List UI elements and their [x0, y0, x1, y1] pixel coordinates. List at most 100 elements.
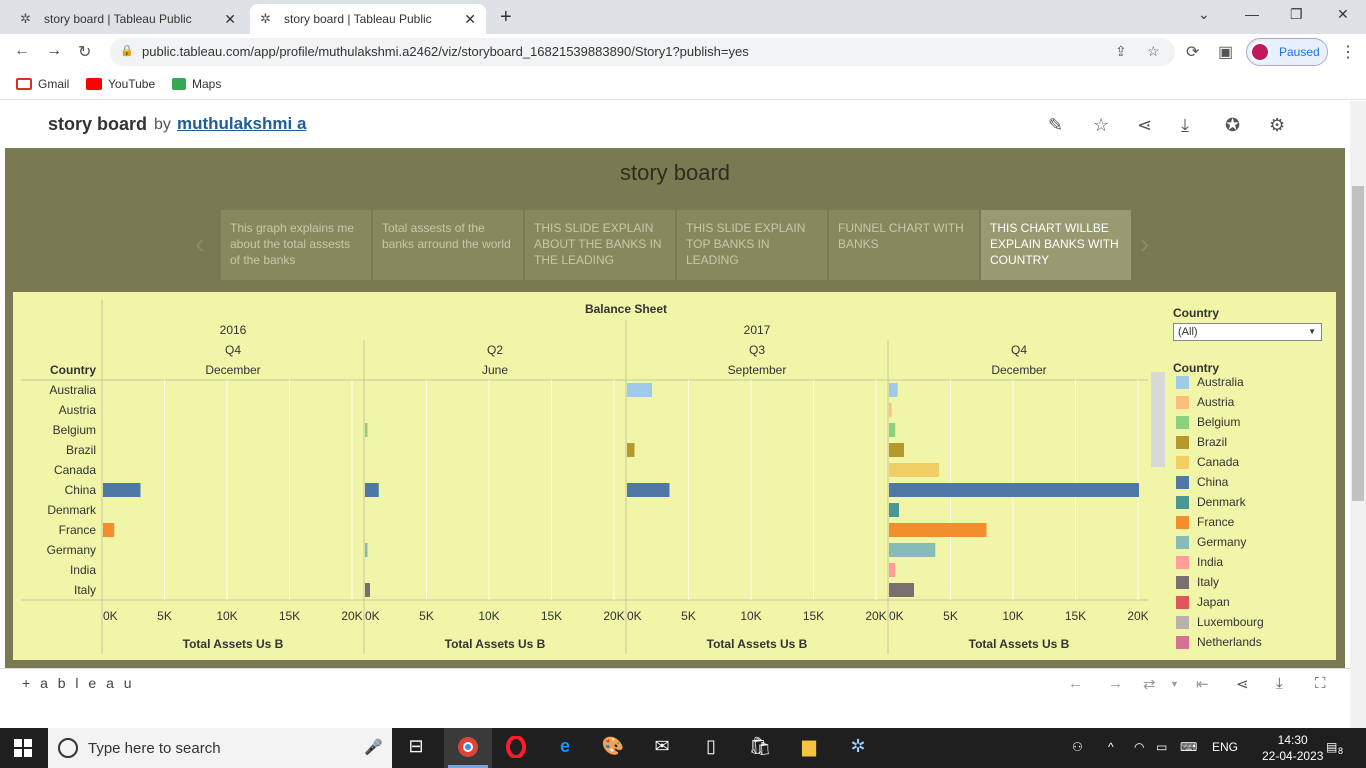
balance-sheet-chart[interactable]: Balance Sheet Country Australia Austria Belg… — [13, 292, 1148, 660]
story-point-4[interactable]: THIS SLIDE EXPLAIN TOP BANKS IN LEADING — [677, 210, 827, 280]
legend-item[interactable]: Japan — [1176, 592, 1230, 612]
edge-icon[interactable]: e — [552, 736, 578, 760]
legend-label: Japan — [1197, 595, 1230, 609]
wifi-icon[interactable]: ◠ — [1134, 740, 1144, 754]
story-next-arrow-icon[interactable]: › — [1140, 228, 1149, 260]
bookmark-maps[interactable]: Maps — [172, 77, 221, 91]
country-filter-dropdown[interactable]: (All) ▼ — [1173, 323, 1322, 341]
language-indicator[interactable]: ENG — [1212, 740, 1238, 754]
file-icon[interactable]: ▯ — [698, 736, 724, 760]
menu-icon[interactable]: ⋮ — [1340, 42, 1356, 62]
legend-item[interactable]: India — [1176, 552, 1223, 572]
file-explorer-icon[interactable]: ▆ — [796, 736, 822, 760]
story-point-5[interactable]: FUNNEL CHART WITH BANKS — [829, 210, 979, 280]
award-icon[interactable]: ✪ — [1225, 115, 1240, 136]
browser-tab[interactable]: ✲ story board | Tableau Public ✕ — [10, 4, 246, 34]
reload-icon[interactable]: ↻ — [78, 42, 91, 62]
bookmark-gmail[interactable]: Gmail — [16, 77, 69, 91]
profile-button[interactable]: Paused — [1246, 38, 1328, 66]
legend-item[interactable]: China — [1176, 472, 1228, 492]
story-prev-arrow-icon[interactable]: ‹ — [195, 228, 204, 260]
redo-icon[interactable]: → — [1108, 675, 1123, 692]
side-panel-icon[interactable]: ▣ — [1218, 42, 1233, 62]
battery-icon[interactable]: ▭ — [1156, 740, 1167, 754]
bar — [889, 563, 896, 577]
chrome-icon[interactable] — [455, 736, 481, 760]
filter-label: Country — [1173, 306, 1219, 320]
download-icon[interactable]: ⤓ — [1276, 675, 1283, 692]
minimize-button[interactable]: — — [1245, 6, 1259, 22]
story-point-2[interactable]: Total assests of the banks arround the w… — [373, 210, 523, 280]
settings-gear-icon[interactable]: ⚙ — [1269, 115, 1285, 136]
legend-item[interactable]: Luxembourg — [1176, 612, 1264, 632]
bookmark-star-icon[interactable]: ☆ — [1147, 43, 1160, 60]
legend-item[interactable]: France — [1176, 512, 1234, 532]
fullscreen-icon[interactable]: ⛶ — [1315, 675, 1326, 692]
revert-all-icon[interactable]: ⇤ — [1196, 675, 1209, 693]
x-tick-label: 10K — [216, 609, 237, 623]
favorite-star-icon[interactable]: ☆ — [1093, 115, 1109, 136]
paint-icon[interactable]: 🎨 — [600, 736, 626, 760]
close-tab-icon[interactable]: ✕ — [224, 11, 236, 28]
legend-item[interactable]: Belgium — [1176, 412, 1240, 432]
bar — [889, 443, 904, 457]
bar — [627, 383, 652, 397]
legend-item[interactable]: Denmark — [1176, 492, 1246, 512]
quarter-header: Q2 — [487, 343, 503, 357]
people-icon[interactable]: ⚇ — [1072, 740, 1083, 754]
x-tick-label: 15K — [803, 609, 824, 623]
opera-icon[interactable] — [503, 735, 529, 760]
story-point-3[interactable]: THIS SLIDE EXPLAIN ABOUT THE BANKS IN TH… — [525, 210, 675, 280]
bookmark-youtube[interactable]: YouTube — [86, 77, 155, 91]
legend-item[interactable]: Brazil — [1176, 432, 1227, 452]
scroll-thumb[interactable] — [1151, 372, 1165, 467]
tab-search-icon[interactable]: ⌄ — [1198, 6, 1210, 23]
clock[interactable]: 14:30 22-04-2023 — [1262, 732, 1323, 764]
close-tab-icon[interactable]: ✕ — [464, 11, 476, 28]
back-icon[interactable]: ← — [14, 42, 30, 60]
legend-swatch — [1176, 455, 1189, 469]
page-scrollbar[interactable] — [1350, 101, 1366, 728]
legend-item[interactable]: Germany — [1176, 532, 1246, 552]
scroll-thumb[interactable] — [1352, 186, 1364, 501]
bar — [889, 583, 914, 597]
notifications-icon[interactable]: ▤ — [1326, 740, 1337, 754]
restore-button[interactable]: ❐ — [1290, 6, 1303, 23]
bookmark-label: YouTube — [108, 77, 156, 91]
legend-item[interactable]: Canada — [1176, 452, 1239, 472]
download-icon[interactable]: ⤓ — [1181, 115, 1189, 136]
store-icon[interactable]: 🛍 — [747, 736, 773, 760]
story-point-1[interactable]: This graph explains me about the total a… — [221, 210, 371, 280]
browser-tab-active[interactable]: ✲ story board | Tableau Public ✕ — [250, 4, 486, 34]
address-bar[interactable]: 🔒 public.tableau.com/app/profile/muthula… — [110, 38, 1175, 66]
legend-item[interactable]: Australia — [1176, 372, 1244, 392]
share-icon[interactable]: ⋖ — [1137, 115, 1152, 136]
share-icon[interactable]: ⇪ — [1115, 43, 1127, 60]
taskbar-search[interactable]: Type here to search 🎤 — [48, 728, 392, 768]
new-tab-button[interactable]: + — [500, 6, 512, 29]
windows-start-icon[interactable] — [14, 739, 32, 757]
undo-icon[interactable]: ← — [1068, 675, 1083, 692]
forward-icon[interactable]: → — [46, 42, 62, 60]
revert-icon[interactable]: ⇄ — [1143, 675, 1156, 693]
story-point-6[interactable]: THIS CHART WILLBE EXPLAIN BANKS WITH COU… — [981, 210, 1131, 280]
legend-scrollbar[interactable] — [1150, 372, 1165, 652]
extensions-icon[interactable]: ⟳ — [1186, 42, 1199, 62]
author-link[interactable]: muthulakshmi a — [177, 114, 306, 134]
task-view-icon[interactable]: ⊟ — [403, 736, 429, 760]
microphone-icon[interactable]: 🎤 — [364, 738, 383, 756]
tableau-app-icon[interactable]: ✲ — [845, 736, 871, 760]
url-text[interactable]: public.tableau.com/app/profile/muthulaks… — [142, 44, 749, 59]
chevron-down-icon[interactable]: ▼ — [1170, 679, 1179, 689]
keyboard-icon[interactable]: ⌨ — [1180, 740, 1197, 754]
legend-item[interactable]: Italy — [1176, 572, 1219, 592]
chevron-up-icon[interactable]: ^ — [1108, 740, 1114, 754]
edit-icon[interactable]: ✎ — [1048, 115, 1063, 136]
browser-toolbar: ← → ↻ 🔒 public.tableau.com/app/profile/m… — [0, 34, 1366, 70]
legend-item[interactable]: Austria — [1176, 392, 1234, 412]
share-icon[interactable]: ⋖ — [1236, 675, 1249, 693]
close-window-button[interactable]: ✕ — [1337, 6, 1349, 23]
mail-icon[interactable]: ✉ — [649, 736, 675, 760]
legend-item[interactable]: Netherlands — [1176, 632, 1262, 652]
x-axis-title: Total Assets Us B — [969, 637, 1070, 651]
